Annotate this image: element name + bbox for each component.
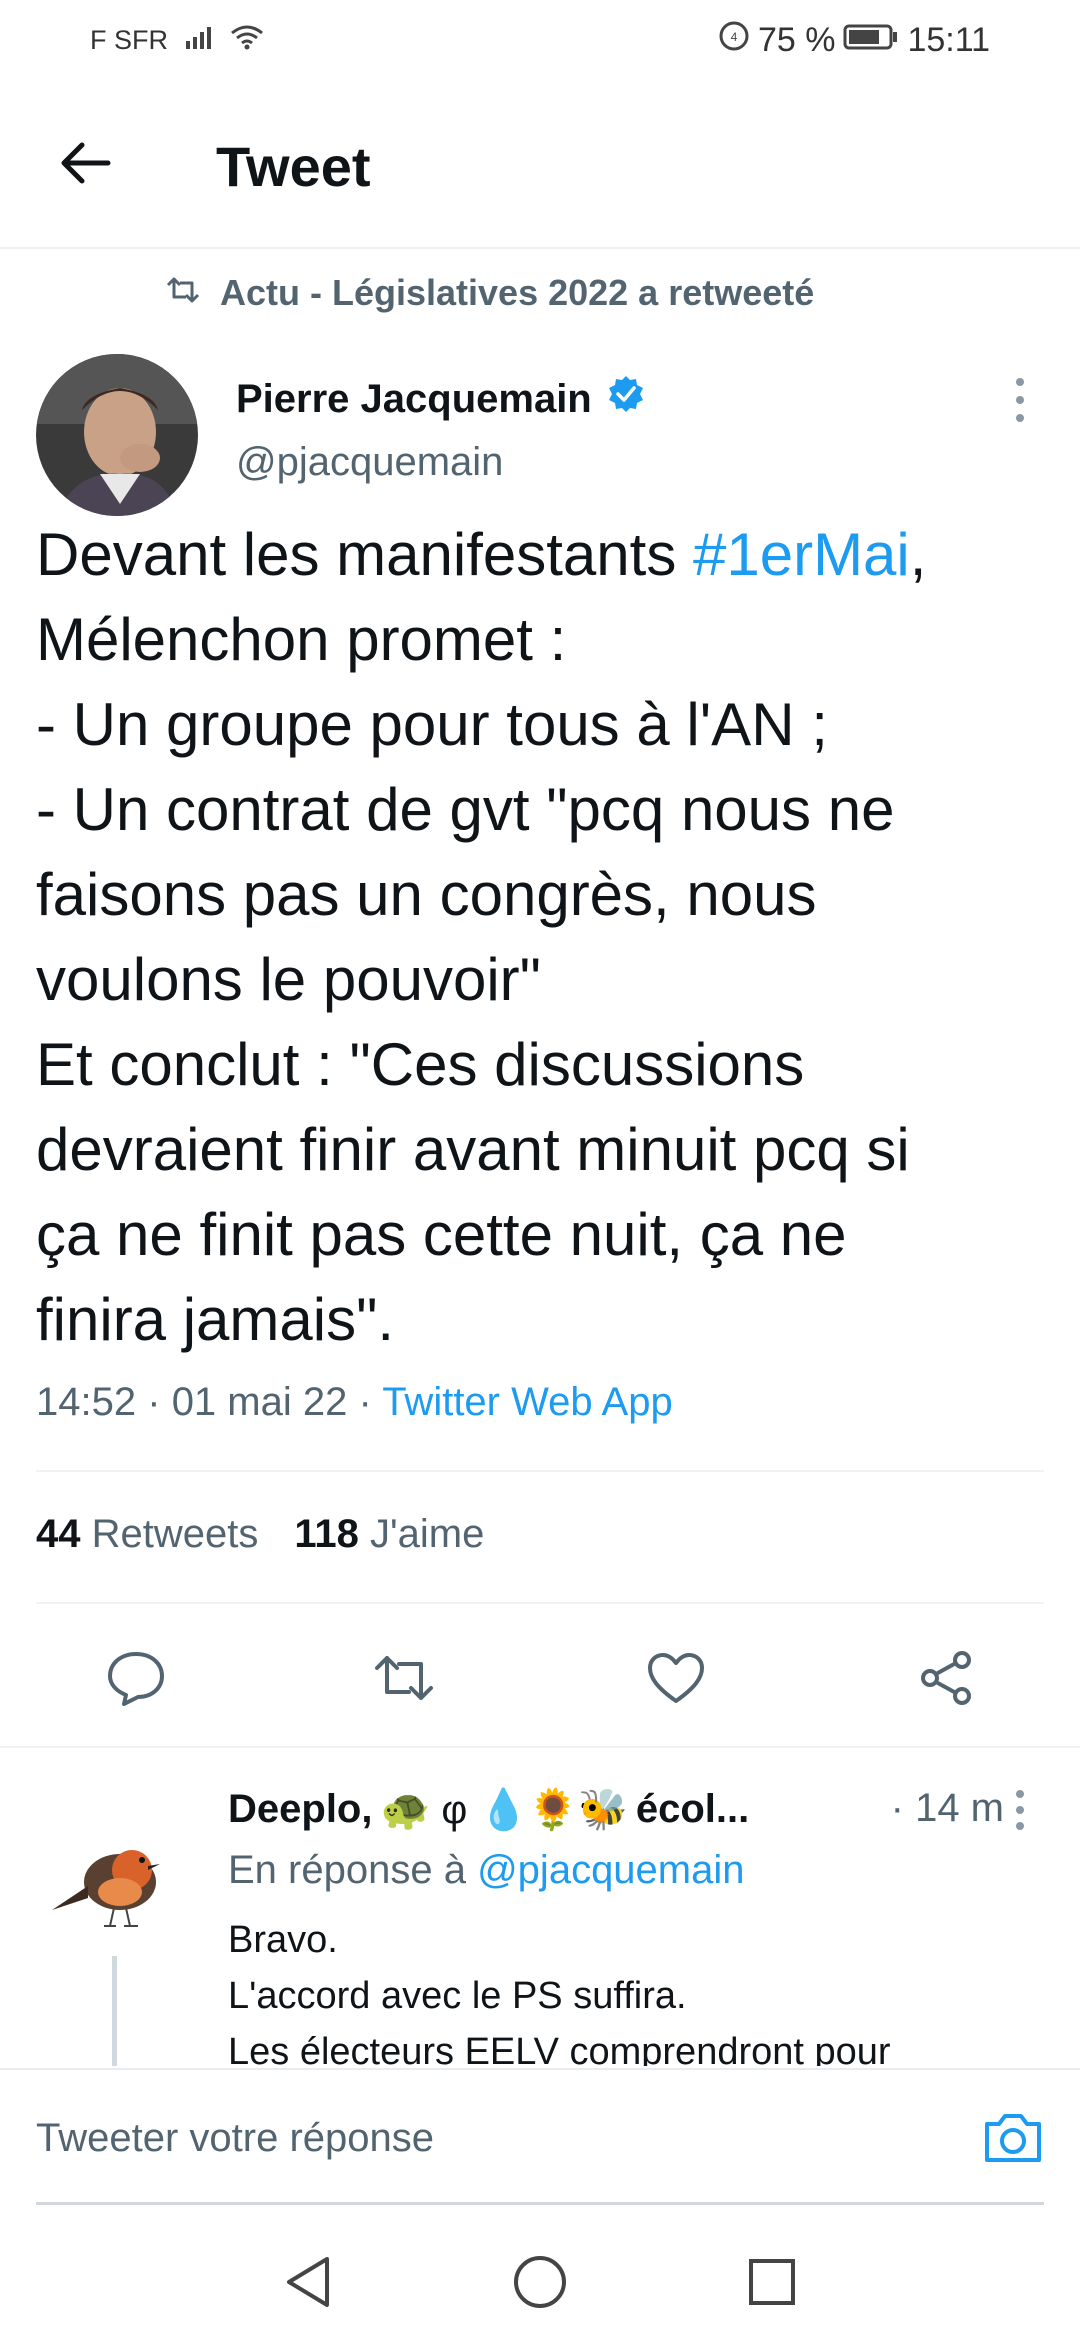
app-header: Tweet [0,84,1080,249]
battery-icon [843,21,899,60]
reply-input[interactable]: Tweeter votre réponse [36,2116,434,2161]
arrow-left-icon [58,141,112,190]
hashtag-link[interactable]: #1erMai [693,521,910,588]
dot [1016,1806,1024,1814]
page-title: Tweet [216,135,371,198]
tweet-line: ça ne finit pas cette nuit, ça ne [36,1201,847,1268]
tweet-line-first: Devant les manifestants #1erMai, [36,512,1056,597]
retweet-context-label: Actu - Législatives 2022 a retweeté [220,272,815,313]
nav-home-button[interactable] [510,2254,570,2314]
meta-separator: · [147,1380,161,1424]
svg-text:4: 4 [731,30,738,44]
likes-count: 118 [294,1512,359,1556]
action-bar [0,1620,1080,1730]
reply-author-name[interactable]: Deeplo, [228,1787,372,1832]
retweet-icon [371,1652,437,1709]
reply-composer: Tweeter votre réponse [0,2068,1080,2210]
reply-author-suffix: écol... [635,1787,750,1831]
reply-line: Les électeurs EELV comprendront pour [228,2031,891,2066]
back-button[interactable] [50,130,120,200]
share-button[interactable] [906,1640,986,1720]
reply-line: Bravo. [228,1919,338,1961]
circle-home-icon [512,2254,568,2315]
signal-icon [184,25,214,56]
reply-avatar[interactable] [48,1820,178,1950]
dot [1016,1790,1024,1798]
retweets-label: Retweets [91,1512,259,1556]
tweet-text: Devant les manifestants #1erMai, Mélench… [36,512,1056,1362]
nav-back-button[interactable] [278,2254,338,2314]
status-left: F SFR [90,24,264,57]
reply-icon [106,1650,166,1711]
dot [1016,396,1024,404]
retweet-icon [164,272,202,314]
retweets-count: 44 [36,1512,81,1556]
camera-icon [981,2110,1045,2171]
divider [36,1470,1044,1472]
carrier-label: F SFR [90,25,168,55]
reply-button[interactable] [96,1640,176,1720]
reply-more-button[interactable] [1000,1790,1040,1830]
reply-line: L'accord avec le PS suffira. [228,1975,687,2017]
author-name-text: Pierre Jacquemain [236,376,592,421]
system-nav-bar [0,2210,1080,2340]
avatar[interactable] [36,354,198,516]
tweet-line: - Un contrat de gvt "pcq nous ne [36,776,895,843]
triangle-back-icon [283,2255,333,2314]
wifi-icon [230,24,264,57]
divider [36,1602,1044,1604]
likes-label: J'aime [370,1512,485,1556]
reply-header: Deeplo, 🐢 φ 💧🌻🐝 écol... [228,1786,749,1833]
verified-badge-icon [606,374,646,424]
tweet-line: Et conclut : "Ces discussions [36,1031,805,1098]
tweet-source-link[interactable]: Twitter Web App [382,1380,673,1424]
square-recents-icon [747,2257,797,2312]
camera-button[interactable] [980,2110,1046,2170]
reply-body: Bravo. L'accord avec le PS suffira. Les … [228,1912,891,2066]
tweet-line: - Un groupe pour tous à l'AN ; [36,691,828,758]
meta-separator: · [358,1380,372,1424]
dot [1016,378,1024,386]
status-bar: F SFR 4 75 % 15:11 [0,0,1080,84]
status-right: 4 75 % 15:11 [718,20,990,61]
tweet-time: 14:52 [36,1380,137,1424]
reply-to-handle[interactable]: @pjacquemain [477,1848,744,1892]
tweet-text-start: Devant les manifestants [36,521,693,588]
nav-recents-button[interactable] [742,2254,802,2314]
reply-tweet[interactable]: Deeplo, 🐢 φ 💧🌻🐝 écol... · 14 m En répons… [0,1756,1080,2066]
tweet-line: voulons le pouvoir" [36,946,541,1013]
heart-icon [646,1651,706,1710]
author-handle[interactable]: @pjacquemain [236,440,503,485]
retweets-stat[interactable]: 44 Retweets [36,1512,258,1557]
dot [1016,414,1024,422]
retweet-context[interactable]: Actu - Législatives 2022 a retweeté [164,272,814,314]
battery-percent: 75 % [757,21,836,59]
tweet-stats: 44 Retweets 118 J'aime [36,1512,484,1557]
clock: 15:11 [907,21,990,59]
author-name[interactable]: Pierre Jacquemain [236,374,646,424]
divider [0,1746,1080,1748]
more-options-button[interactable] [1000,378,1040,422]
retweet-button[interactable] [364,1640,444,1720]
tweet-line: Mélenchon promet : [36,606,567,673]
reply-to: En réponse à @pjacquemain [228,1848,745,1893]
tweet-date: 01 mai 22 [171,1380,348,1424]
tweet-line: devraient finir avant minuit pcq si [36,1116,910,1183]
tweet-line: finira jamais". [36,1286,395,1353]
reply-time: · 14 m [890,1786,1004,1830]
tweet-line: faisons pas un congrès, nous [36,861,817,928]
reply-author-emojis: 🐢 φ 💧🌻🐝 [380,1788,628,1832]
thread-line [112,1956,117,2066]
like-button[interactable] [636,1640,716,1720]
input-underline [36,2202,1044,2205]
data-saver-icon: 4 [718,20,750,61]
dot [1016,1822,1024,1830]
reply-to-label: En réponse à [228,1848,466,1892]
likes-stat[interactable]: 118 J'aime [294,1512,484,1557]
tweet-text-punct: , [909,521,927,588]
tweet-meta: 14:52 · 01 mai 22 · Twitter Web App [36,1380,673,1425]
share-icon [916,1648,976,1713]
